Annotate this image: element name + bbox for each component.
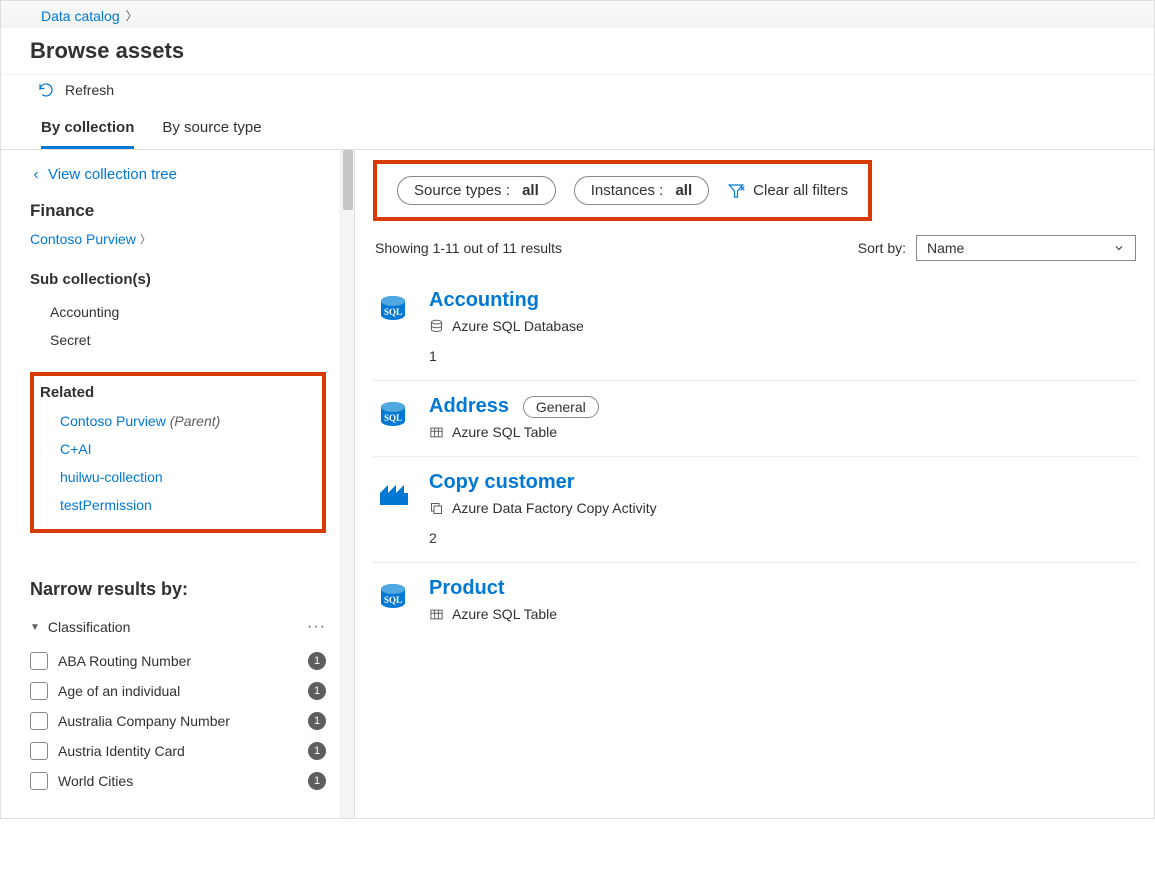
result-type: Azure SQL Table	[429, 424, 1138, 440]
sub-collection-item[interactable]: Accounting	[30, 298, 326, 326]
sort-by-select[interactable]: Name	[916, 235, 1136, 261]
checkbox-icon[interactable]	[30, 742, 48, 760]
filter-instances[interactable]: Instances : all	[574, 176, 709, 205]
checkbox-icon[interactable]	[30, 712, 48, 730]
related-item-link[interactable]: Contoso Purview (Parent)	[40, 407, 316, 435]
related-heading: Related	[40, 382, 316, 407]
result-type: Azure SQL Database	[429, 318, 1138, 334]
chevron-down-icon	[1113, 242, 1125, 254]
related-item-link[interactable]: testPermission	[40, 491, 316, 519]
scrollbar-thumb[interactable]	[343, 150, 353, 210]
result-count: 2	[429, 530, 1138, 546]
sql-database-icon	[376, 399, 410, 433]
result-type: Azure Data Factory Copy Activity	[429, 500, 1138, 516]
clear-all-filters-button[interactable]: Clear all filters	[727, 182, 848, 200]
table-icon	[429, 607, 444, 622]
result-count: 1	[429, 348, 1138, 364]
result-item: Copy customer Azure Data Factory Copy Ac…	[373, 457, 1138, 563]
result-title-link[interactable]: Copy customer	[429, 471, 575, 494]
result-title-link[interactable]: Accounting	[429, 289, 539, 312]
collection-parent-link[interactable]: Contoso Purview	[30, 231, 136, 247]
database-icon	[429, 319, 444, 334]
result-item: Product Azure SQL Table	[373, 563, 1138, 638]
tab-by-source-type[interactable]: By source type	[162, 107, 261, 149]
collection-name: Finance	[30, 201, 326, 221]
facet-classification-toggle[interactable]: ▼ Classification ···	[30, 618, 326, 636]
page-title: Browse assets	[1, 28, 1154, 74]
sql-database-icon	[376, 293, 410, 327]
refresh-button[interactable]: Refresh	[65, 82, 114, 98]
result-type: Azure SQL Table	[429, 606, 1138, 622]
narrow-results-heading: Narrow results by:	[30, 579, 326, 600]
related-item-link[interactable]: C+AI	[40, 435, 316, 463]
tab-by-collection[interactable]: By collection	[41, 107, 134, 149]
results-count-text: Showing 1-11 out of 11 results	[375, 240, 562, 256]
facet-item[interactable]: Australia Company Number1	[30, 706, 326, 736]
result-item: Address General Azure SQL Table	[373, 381, 1138, 457]
refresh-icon[interactable]	[37, 81, 55, 99]
facet-name: Classification	[48, 619, 130, 635]
sql-database-icon	[376, 581, 410, 615]
view-collection-tree-link[interactable]: View collection tree	[30, 166, 326, 183]
filters-highlight-box: Source types : all Instances : all Clear…	[373, 160, 872, 221]
count-badge: 1	[308, 742, 326, 760]
copy-icon	[429, 501, 444, 516]
sub-collections-heading: Sub collection(s)	[30, 271, 326, 288]
filter-clear-icon	[727, 182, 745, 200]
result-title-link[interactable]: Product	[429, 577, 505, 600]
result-item: Accounting Azure SQL Database 1	[373, 275, 1138, 381]
sub-collection-item[interactable]: Secret	[30, 326, 326, 354]
triangle-down-icon: ▼	[30, 622, 40, 633]
count-badge: 1	[308, 712, 326, 730]
checkbox-icon[interactable]	[30, 682, 48, 700]
sidebar-scrollbar[interactable]	[340, 150, 354, 818]
checkbox-icon[interactable]	[30, 772, 48, 790]
data-factory-icon	[376, 475, 410, 509]
facet-item[interactable]: ABA Routing Number1	[30, 646, 326, 676]
breadcrumb: Data catalog 〉	[1, 0, 1154, 28]
chevron-left-icon	[30, 169, 42, 181]
table-icon	[429, 425, 444, 440]
filter-source-types[interactable]: Source types : all	[397, 176, 556, 205]
result-title-link[interactable]: Address	[429, 395, 509, 418]
count-badge: 1	[308, 772, 326, 790]
chevron-right-icon: 〉	[140, 231, 151, 247]
facet-item[interactable]: World Cities1	[30, 766, 326, 796]
tabs: By collection By source type	[1, 107, 1154, 150]
count-badge: 1	[308, 652, 326, 670]
sort-by-label: Sort by:	[858, 240, 906, 256]
facet-item[interactable]: Age of an individual1	[30, 676, 326, 706]
related-item-link[interactable]: huilwu-collection	[40, 463, 316, 491]
result-tag: General	[523, 396, 599, 418]
facet-more-button[interactable]: ···	[307, 618, 326, 636]
breadcrumb-root-link[interactable]: Data catalog	[41, 8, 120, 24]
checkbox-icon[interactable]	[30, 652, 48, 670]
chevron-right-icon: 〉	[126, 7, 138, 24]
facet-item[interactable]: Austria Identity Card1	[30, 736, 326, 766]
related-highlight-box: Related Contoso Purview (Parent)C+AIhuil…	[30, 372, 326, 533]
count-badge: 1	[308, 682, 326, 700]
